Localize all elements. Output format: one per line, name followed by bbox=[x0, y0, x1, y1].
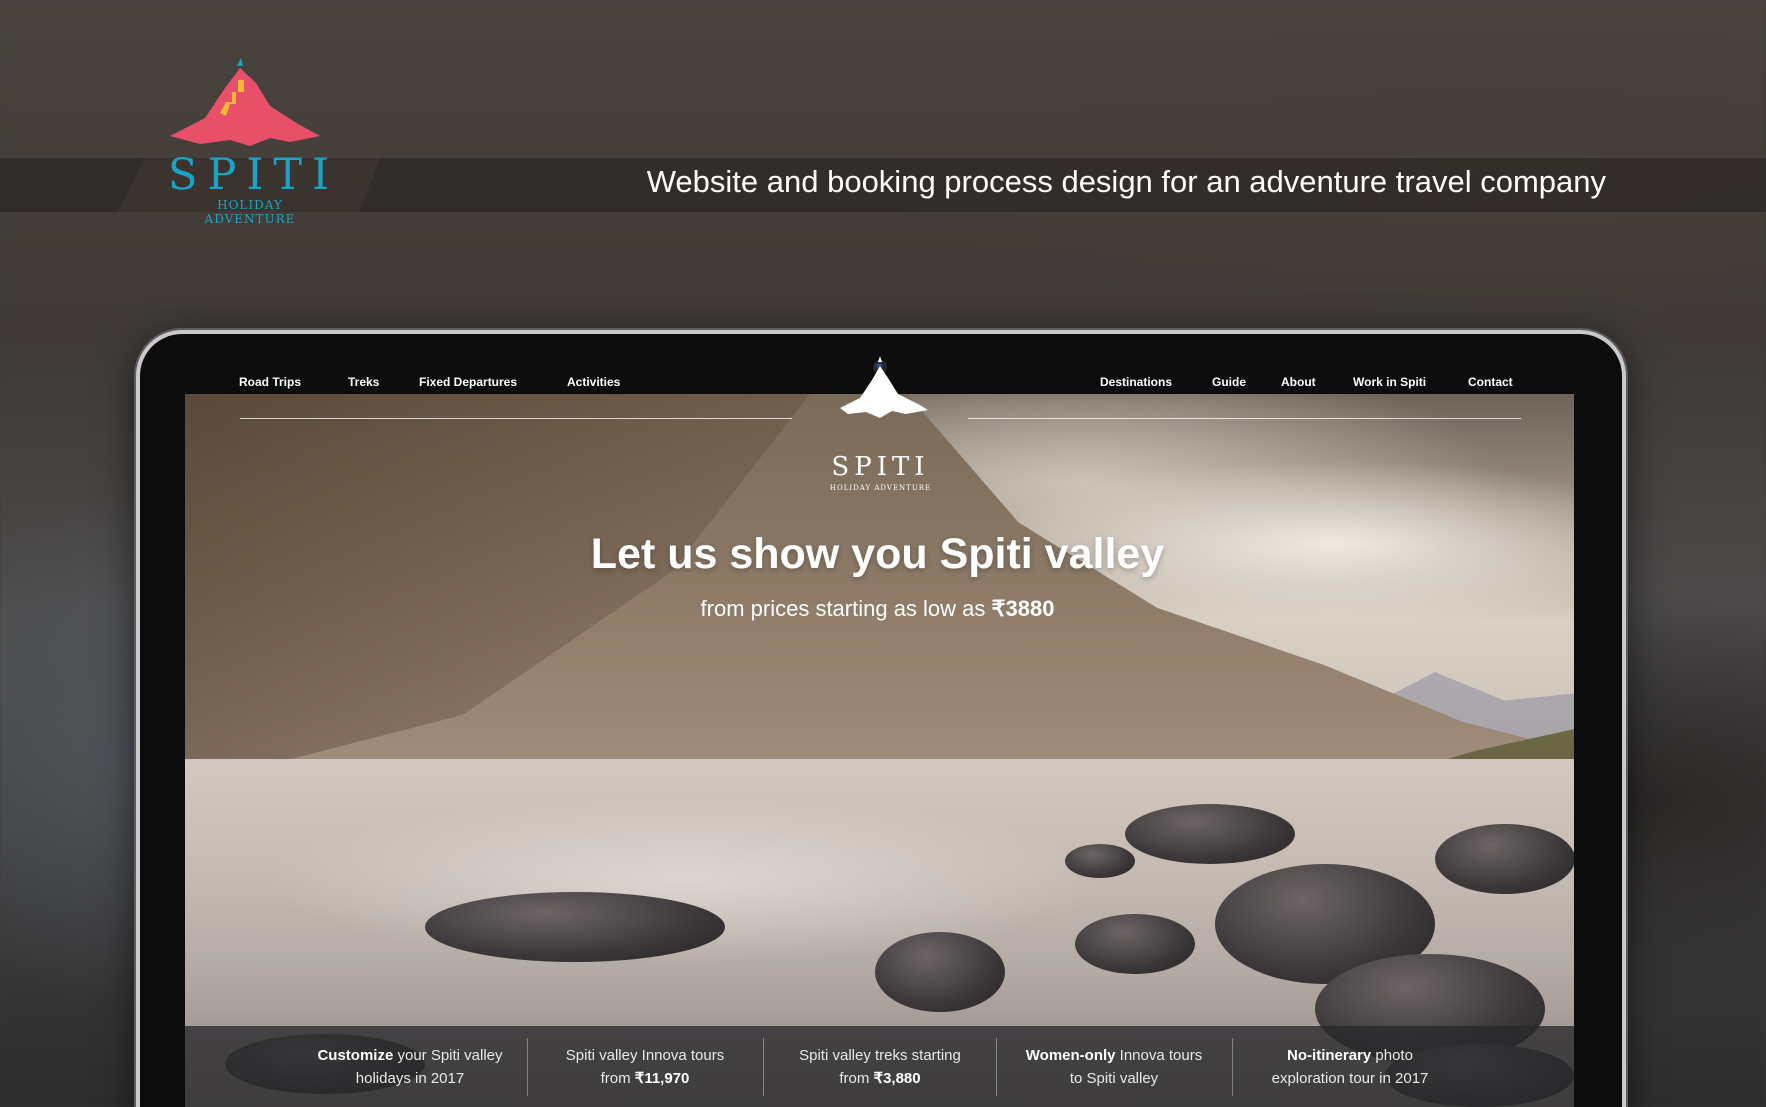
promo-line1: photo bbox=[1371, 1047, 1413, 1064]
nav-destinations[interactable]: Destinations bbox=[1100, 375, 1172, 389]
promo-bold: No-itinerary bbox=[1287, 1047, 1372, 1064]
promo-line2: holidays in 2017 bbox=[355, 1070, 465, 1087]
subline-text: from prices starting as low as bbox=[700, 596, 992, 621]
nav-divider-left bbox=[240, 418, 792, 419]
project-tagline: Website and booking process design for a… bbox=[646, 164, 1606, 199]
promo-innova-tours[interactable]: Spiti valley Innova tours from ₹11,970 bbox=[527, 1044, 763, 1090]
nav-fixed-departures[interactable]: Fixed Departures bbox=[419, 375, 517, 389]
rock bbox=[1125, 804, 1295, 864]
subline-price: ₹3880 bbox=[991, 596, 1055, 621]
website-screen bbox=[185, 394, 1574, 1107]
nav-about[interactable]: About bbox=[1281, 375, 1316, 389]
promo-women-only[interactable]: Women-only Innova tours to Spiti valley bbox=[996, 1044, 1232, 1090]
promo-line2-prefix: from bbox=[839, 1070, 874, 1087]
promo-line1: Spiti valley treks starting bbox=[799, 1047, 961, 1064]
nav-contact[interactable]: Contact bbox=[1468, 375, 1513, 389]
rock bbox=[1075, 914, 1195, 974]
promo-price: ₹11,970 bbox=[634, 1070, 690, 1087]
promo-bold: Customize bbox=[317, 1047, 394, 1064]
brand-wordmark: SPITI bbox=[168, 150, 340, 200]
promo-line1: Innova tours bbox=[1115, 1047, 1203, 1064]
hero-subline: from prices starting as low as ₹3880 bbox=[560, 596, 1195, 622]
promo-line2: to Spiti valley bbox=[1069, 1070, 1159, 1087]
rock bbox=[1065, 844, 1135, 878]
site-logo-subtitle: HOLIDAY ADVENTURE bbox=[829, 484, 932, 492]
promo-line1: your Spiti valley bbox=[393, 1047, 503, 1064]
promo-bold: Women-only bbox=[1025, 1047, 1116, 1064]
site-logo-word: SPITI bbox=[831, 452, 930, 482]
nav-divider-right bbox=[968, 418, 1521, 419]
rock bbox=[1435, 824, 1574, 894]
promo-no-itinerary[interactable]: No-itinerary photo exploration tour in 2… bbox=[1232, 1044, 1468, 1090]
brand-subtitle: HOLIDAY ADVENTURE bbox=[204, 198, 296, 226]
promo-treks[interactable]: Spiti valley treks starting from ₹3,880 bbox=[762, 1044, 998, 1090]
promo-line2: exploration tour in 2017 bbox=[1271, 1070, 1429, 1087]
promo-price: ₹3,880 bbox=[873, 1070, 921, 1087]
nav-guide[interactable]: Guide bbox=[1212, 375, 1246, 389]
nav-road-trips[interactable]: Road Trips bbox=[239, 375, 301, 389]
promo-customize[interactable]: Customize your Spiti valley holidays in … bbox=[292, 1044, 528, 1090]
promo-line1: Spiti valley Innova tours bbox=[565, 1047, 725, 1064]
rock bbox=[425, 892, 725, 962]
hero-headline: Let us show you Spiti valley bbox=[590, 530, 1165, 578]
nav-work-in-spiti[interactable]: Work in Spiti bbox=[1353, 375, 1426, 389]
nav-activities[interactable]: Activities bbox=[567, 375, 620, 389]
site-logo-icon[interactable] bbox=[820, 356, 940, 446]
promo-line2-prefix: from bbox=[600, 1070, 635, 1087]
nav-treks[interactable]: Treks bbox=[348, 375, 379, 389]
rock bbox=[875, 932, 1005, 1012]
